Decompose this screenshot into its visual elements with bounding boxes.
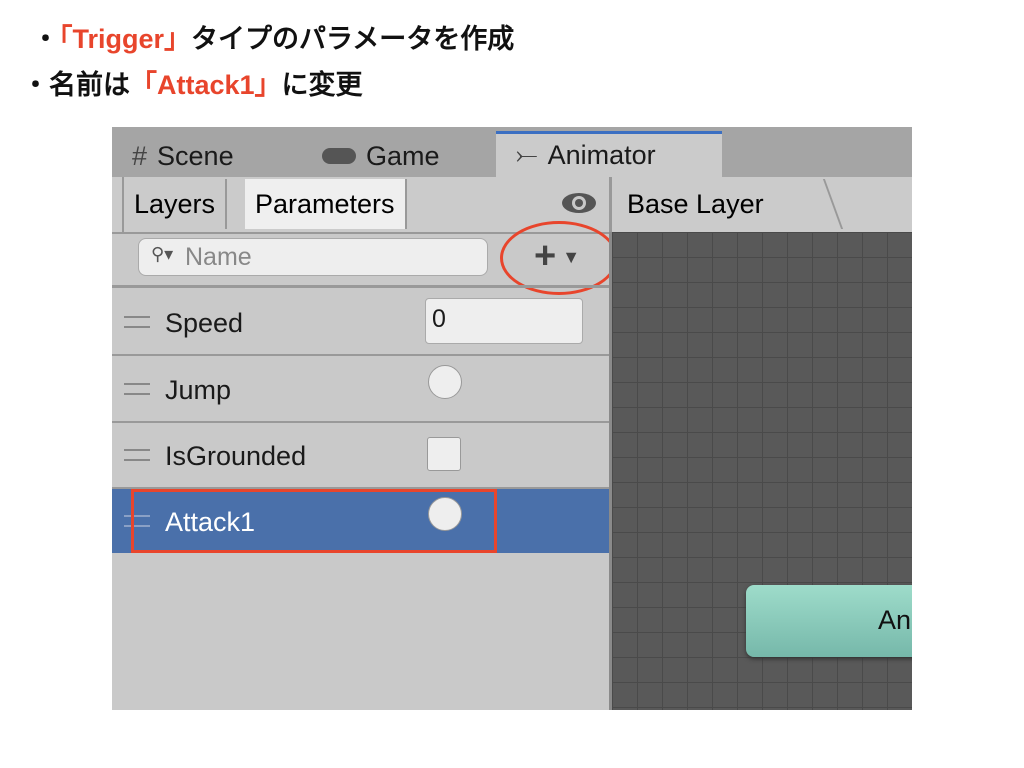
bullet: ・ <box>32 24 59 54</box>
float-value-field[interactable]: 0 <box>425 298 583 344</box>
animator-toolbar: Layers Parameters Base Layer <box>112 177 912 234</box>
highlight: 「Attack1」 <box>130 70 282 100</box>
text: タイプのパラメータを作成 <box>191 24 515 54</box>
instruction-line-1: ・「Trigger」タイプのパラメータを作成 <box>32 17 514 56</box>
highlight-circle <box>500 221 618 295</box>
parameter-name: Speed <box>165 308 244 338</box>
tab-game[interactable]: Game <box>322 135 440 177</box>
drag-handle-icon[interactable] <box>124 383 150 395</box>
tab-label: Animator <box>547 140 656 170</box>
parameter-name: IsGrounded <box>165 441 307 471</box>
text: に変更 <box>281 70 363 100</box>
bool-checkbox[interactable] <box>427 437 461 471</box>
animator-icon: ⤚ <box>516 139 538 170</box>
drag-handle-icon[interactable] <box>124 449 150 461</box>
search-input[interactable]: ⚲▾ Name <box>138 238 488 276</box>
breadcrumb-chevron-icon <box>792 179 844 229</box>
state-node[interactable]: An <box>746 585 912 657</box>
search-icon: ⚲▾ <box>151 244 174 264</box>
animator-graph[interactable]: An <box>612 232 912 710</box>
parameter-name: Jump <box>165 375 232 405</box>
state-node-label: An <box>878 605 912 635</box>
tab-parameters[interactable]: Parameters <box>245 179 407 229</box>
unity-animator-window: # Scene Game ⤚ Animator Layers Parameters … <box>112 127 912 710</box>
gamepad-icon <box>322 148 356 164</box>
trigger-radio[interactable] <box>428 365 462 399</box>
tab-scene[interactable]: # Scene <box>132 135 234 177</box>
highlight: 「Trigger」 <box>59 24 192 54</box>
tab-label: Scene <box>157 140 234 171</box>
grid-icon: # <box>132 140 148 171</box>
breadcrumb[interactable]: Base Layer <box>627 189 764 220</box>
drag-handle-icon[interactable] <box>124 316 150 328</box>
search-placeholder: Name <box>185 243 252 271</box>
bullet: ・ <box>22 70 49 100</box>
instruction-line-2: ・名前は「Attack1」に変更 <box>22 63 363 102</box>
eye-icon[interactable] <box>562 193 596 213</box>
parameter-row-isgrounded[interactable]: IsGrounded <box>112 423 609 489</box>
tab-layers[interactable]: Layers <box>124 179 228 229</box>
tab-animator[interactable]: ⤚ Animator <box>496 131 722 177</box>
highlight-box <box>131 489 497 553</box>
parameter-row-speed[interactable]: Speed 0 <box>112 290 609 356</box>
tab-bar: # Scene Game ⤚ Animator <box>112 127 912 177</box>
parameter-row-jump[interactable]: Jump <box>112 357 609 423</box>
tab-label: Game <box>366 140 440 171</box>
text: 名前は <box>49 70 130 100</box>
